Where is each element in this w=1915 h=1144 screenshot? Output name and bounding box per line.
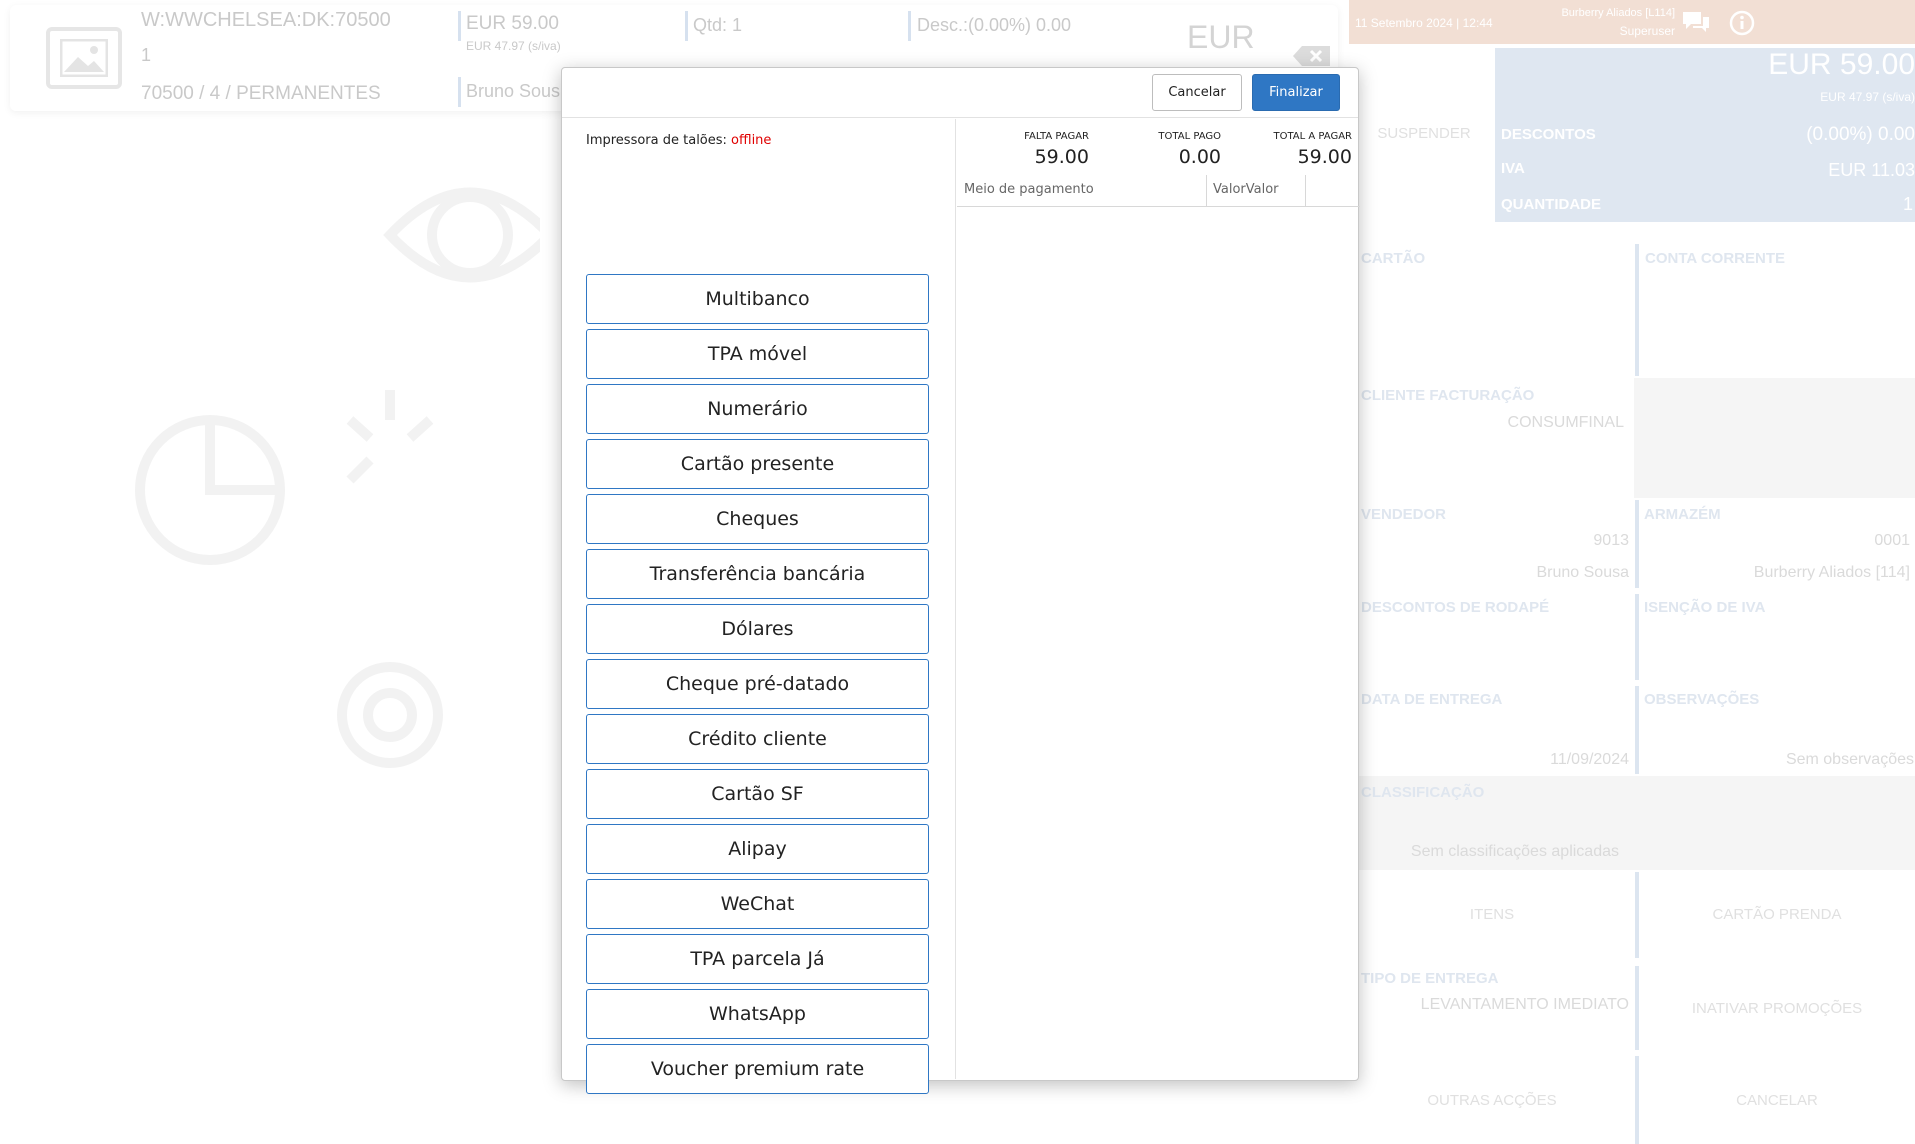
column-divider [1206, 175, 1207, 207]
delivery-date-label[interactable]: DATA DE ENTREGA [1361, 691, 1502, 708]
item-qty: Qtd: 1 [693, 15, 743, 35]
cancel-sale-button[interactable]: CANCELAR [1639, 1092, 1915, 1109]
delivery-type-label[interactable]: TIPO DE ENTREGA [1361, 970, 1499, 987]
payment-modal: Cancelar Finalizar Impressora de talões:… [561, 67, 1360, 1094]
column-header-method: Meio de pagamento [964, 182, 1094, 197]
payment-method-cartao-presente[interactable]: Cartão presente [586, 439, 929, 489]
item-family: 70500 / 4 / PERMANENTES [141, 83, 381, 104]
item-price: EUR 59.00 [466, 13, 559, 34]
quantity-label: QUANTIDADE [1501, 196, 1601, 213]
vat-value: EUR 11.03 [1828, 160, 1915, 180]
totals-box: EUR 59.00 EUR 47.97 (s/iva) DESCONTOS (0… [1495, 48, 1915, 222]
quantity-value: 1 [1902, 194, 1913, 214]
payment-method-wechat[interactable]: WeChat [586, 879, 929, 929]
column-header-value: ValorValor [1213, 182, 1279, 197]
divider [1635, 500, 1639, 588]
classification-label[interactable]: CLASSIFICAÇÃO [1361, 784, 1484, 801]
payment-methods-panel: Impressora de talões: offline Multibanco… [562, 119, 956, 1094]
user-name: Superuser [1619, 24, 1675, 38]
suspend-button[interactable]: SUSPENDER [1359, 125, 1489, 142]
image-placeholder-icon [46, 27, 122, 89]
background-illustration-icon [135, 187, 540, 768]
checkout-side-panel: 11 Setembro 2024 | 12:44 Burberry Aliado… [1349, 0, 1915, 1144]
payment-method-cheque-pre-datado[interactable]: Cheque pré-datado [586, 659, 929, 709]
finish-button[interactable]: Finalizar [1252, 74, 1340, 111]
item-currency: EUR [1187, 19, 1255, 55]
divider [685, 11, 688, 41]
cancel-button[interactable]: Cancelar [1152, 74, 1242, 111]
deactivate-promotions-button[interactable]: INATIVAR PROMOÇÕES [1639, 1000, 1915, 1017]
notes-value: Sem observações [1785, 751, 1914, 768]
datetime: 11 Setembro 2024 | 12:44 [1355, 16, 1493, 30]
payment-method-voucher-premium-rate[interactable]: Voucher premium rate [586, 1044, 929, 1094]
billing-client-label[interactable]: CLIENTE FACTURAÇÃO [1361, 387, 1534, 404]
billing-client-value: CONSUMFINAL [1507, 414, 1624, 431]
discounts-value: (0.00%) 0.00 [1806, 124, 1915, 145]
divider [458, 11, 461, 41]
item-discount: Desc.:(0.00%) 0.00 [917, 15, 1072, 35]
printer-label: Impressora de talões: [586, 133, 732, 148]
item-seller: Bruno Sous [466, 81, 561, 101]
payment-method-dolares[interactable]: Dólares [586, 604, 929, 654]
discounts-label: DESCONTOS [1501, 126, 1596, 143]
payment-method-tpa-movel[interactable]: TPA móvel [586, 329, 929, 379]
printer-status-value: offline [731, 133, 772, 148]
cell-bg [1634, 378, 1915, 498]
payment-method-whatsapp[interactable]: WhatsApp [586, 989, 929, 1039]
payment-summary-panel: FALTA PAGAR 59.00 TOTAL PAGO 0.00 TOTAL … [957, 119, 1360, 1079]
delivery-date-value: 11/09/2024 [1550, 751, 1629, 768]
remaining-value: 59.00 [1034, 146, 1089, 168]
payment-method-list: Multibanco TPA móvel Numerário Cartão pr… [586, 274, 929, 1099]
payment-method-numerario[interactable]: Numerário [586, 384, 929, 434]
divider [908, 11, 911, 41]
total-no-vat: EUR 47.97 (s/iva) [1820, 90, 1915, 104]
notes-label[interactable]: OBSERVAÇÕES [1644, 691, 1759, 708]
card-label[interactable]: CARTÃO [1361, 250, 1425, 267]
divider [458, 77, 461, 107]
payments-table-header: Meio de pagamento ValorValor [957, 175, 1360, 207]
column-divider [1305, 175, 1306, 207]
divider [1635, 244, 1639, 376]
paid-value: 0.00 [1178, 146, 1221, 168]
delivery-type-value: LEVANTAMENTO IMEDIATO [1420, 996, 1629, 1013]
items-button[interactable]: ITENS [1349, 906, 1635, 923]
gift-card-button[interactable]: CARTÃO PRENDA [1639, 906, 1915, 923]
other-actions-button[interactable]: OUTRAS ACÇÕES [1349, 1092, 1635, 1109]
payment-method-multibanco[interactable]: Multibanco [586, 274, 929, 324]
top-status-bar: 11 Setembro 2024 | 12:44 Burberry Aliado… [1349, 0, 1915, 44]
to-pay-label: TOTAL A PAGAR [1273, 131, 1352, 142]
receipt-printer-status: Impressora de talões: offline [586, 133, 771, 148]
to-pay-value: 59.00 [1297, 146, 1352, 168]
divider [1635, 594, 1639, 680]
payment-method-credito-cliente[interactable]: Crédito cliente [586, 714, 929, 764]
payment-method-cartao-sf[interactable]: Cartão SF [586, 769, 929, 819]
modal-header: Cancelar Finalizar [562, 68, 1358, 118]
payment-method-cheques[interactable]: Cheques [586, 494, 929, 544]
payment-method-alipay[interactable]: Alipay [586, 824, 929, 874]
item-line2: 1 [141, 45, 152, 65]
paid-label: TOTAL PAGO [1158, 131, 1221, 142]
seller-name: Bruno Sousa [1536, 564, 1629, 581]
item-code: W:WWCHELSEA:DK:70500 [141, 9, 391, 31]
divider [1635, 686, 1639, 774]
payment-method-transferencia-bancaria[interactable]: Transferência bancária [586, 549, 929, 599]
payment-method-tpa-parcela-ja[interactable]: TPA parcela Já [586, 934, 929, 984]
info-icon[interactable] [1729, 10, 1755, 41]
footer-discounts-label[interactable]: DESCONTOS DE RODAPÉ [1361, 599, 1549, 616]
warehouse-name: Burberry Aliados [114] [1753, 564, 1910, 581]
store-name: Burberry Aliados [L114] [1561, 7, 1675, 19]
vat-exemption-label[interactable]: ISENÇÃO DE IVA [1644, 599, 1765, 616]
total-amount: EUR 59.00 [1768, 48, 1915, 81]
vat-label: IVA [1501, 160, 1525, 177]
seller-code: 9013 [1593, 532, 1629, 549]
seller-label[interactable]: VENDEDOR [1361, 506, 1446, 523]
item-price-no-vat: EUR 47.97 (s/iva) [466, 39, 561, 53]
current-account-label[interactable]: CONTA CORRENTE [1645, 250, 1785, 267]
warehouse-label[interactable]: ARMAZÉM [1644, 506, 1721, 523]
classification-value: Sem classificações aplicadas [1410, 843, 1619, 860]
remaining-label: FALTA PAGAR [1024, 131, 1089, 142]
chat-icon[interactable] [1681, 10, 1711, 39]
warehouse-code: 0001 [1874, 532, 1910, 549]
